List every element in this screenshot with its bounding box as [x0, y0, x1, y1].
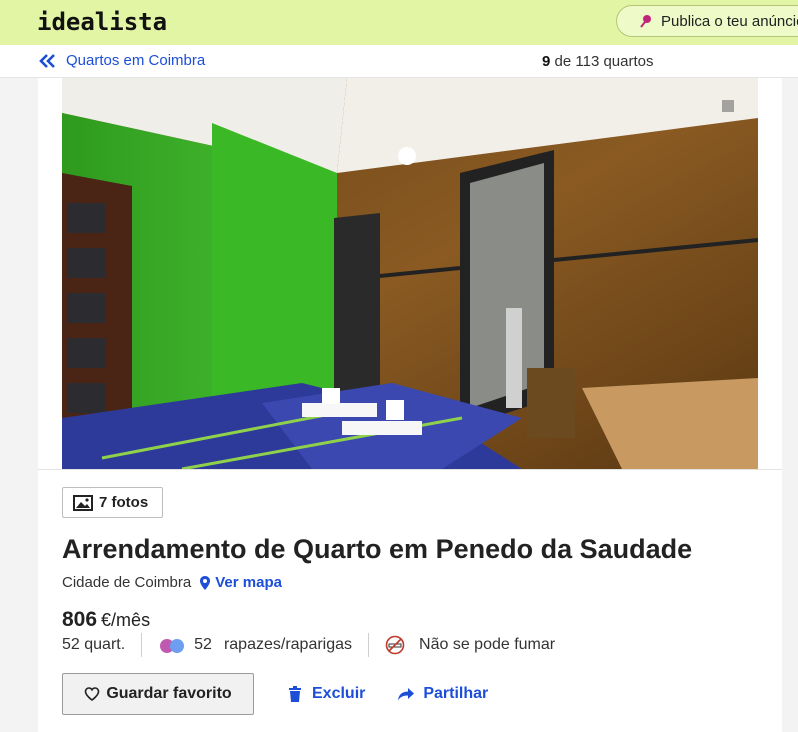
location-text: Cidade de Coimbra	[62, 574, 192, 591]
publish-ad-button[interactable]: Publica o teu anúncio	[616, 5, 798, 37]
listing-photo[interactable]	[62, 78, 758, 469]
feature-separator	[368, 633, 370, 657]
save-favorite-label: Guardar favorito	[106, 685, 232, 702]
exclude-label: Excluir	[312, 685, 366, 702]
exclude-button[interactable]: Excluir	[286, 685, 365, 703]
pin-icon	[640, 15, 651, 28]
photo-divider	[38, 469, 782, 470]
counter-current: 9	[542, 53, 551, 70]
listing-card: 7 fotos Arrendamento de Quarto em Penedo…	[38, 78, 782, 732]
idealista-logo[interactable]: idealista	[37, 8, 167, 36]
heart-icon	[85, 687, 100, 701]
back-to-results-link[interactable]: Quartos em Coimbra	[38, 52, 205, 69]
listing-price: 806 €/mês	[62, 608, 150, 632]
view-map-label: Ver mapa	[215, 574, 282, 591]
back-link-label: Quartos em Coimbra	[66, 52, 206, 69]
listing-navbar: Quartos em Coimbra 9 de 113 quartos	[0, 45, 798, 78]
share-arrow-icon	[398, 688, 415, 701]
top-header: idealista Publica o teu anúncio	[0, 0, 798, 45]
rooms-count: 52 quart.	[62, 636, 126, 653]
tenants-label: rapazes/raparigas	[223, 636, 353, 653]
image-icon	[73, 494, 93, 511]
trash-icon	[289, 686, 301, 702]
listing-features: 52 quart. 52 rapazes/raparigas Não se po…	[62, 633, 556, 657]
no-smoking-icon	[385, 635, 405, 655]
counter-rest: de 113 quartos	[554, 53, 654, 70]
feature-separator	[141, 633, 143, 657]
listing-location: Cidade de Coimbra Ver mapa	[62, 574, 282, 591]
result-counter: 9 de 113 quartos	[542, 53, 653, 70]
listing-actions: Guardar favorito Excluir Partilhar	[62, 673, 488, 715]
double-chevron-left-icon	[39, 53, 55, 68]
room-photo-illustration	[62, 78, 758, 469]
share-label: Partilhar	[423, 685, 489, 702]
price-value: 806	[62, 608, 98, 631]
tenants-count: 52	[194, 636, 212, 653]
price-unit: €/mês	[101, 610, 151, 630]
people-dots-icon	[158, 637, 188, 653]
photos-button[interactable]: 7 fotos	[62, 487, 163, 518]
listing-title: Arrendamento de Quarto em Penedo da Saud…	[62, 534, 693, 564]
save-favorite-button[interactable]: Guardar favorito	[62, 673, 254, 715]
publish-ad-label: Publica o teu anúncio	[661, 12, 798, 30]
share-button[interactable]: Partilhar	[397, 685, 488, 703]
location-pin-icon	[200, 575, 211, 590]
smoking-policy: Não se pode fumar	[419, 636, 556, 653]
view-map-link[interactable]: Ver mapa	[199, 574, 282, 591]
photos-label: 7 fotos	[99, 494, 149, 511]
